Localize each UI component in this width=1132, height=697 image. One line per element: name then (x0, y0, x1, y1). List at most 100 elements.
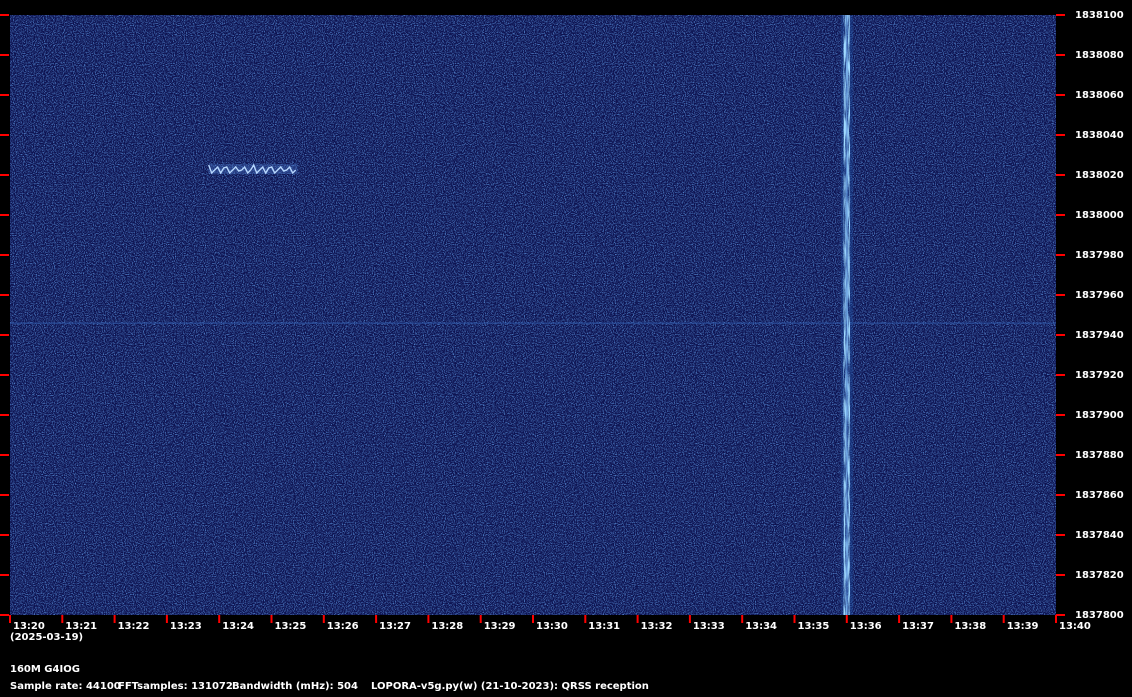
y-tick-label: 1837800 (1075, 610, 1124, 621)
y-tick-mark-right (1056, 14, 1065, 16)
x-tick-label: 13:26 (327, 621, 359, 632)
y-tick-mark-right (1056, 214, 1065, 216)
x-tick-label: 13:31 (588, 621, 620, 632)
y-tick-label: 1837980 (1075, 250, 1124, 261)
carrier-line (10, 322, 1056, 324)
x-tick-label: 13:38 (954, 621, 986, 632)
x-tick-mark (845, 615, 848, 623)
x-tick-mark (61, 615, 64, 623)
y-tick-mark-left (0, 574, 9, 576)
waterfall-noise (10, 15, 1056, 615)
x-tick-label: 13:35 (798, 621, 830, 632)
y-tick-mark-left (0, 374, 9, 376)
y-tick-label: 1837960 (1075, 290, 1124, 301)
y-tick-mark-right (1056, 494, 1065, 496)
y-tick-label: 1837880 (1075, 450, 1124, 461)
x-tick-mark (427, 615, 430, 623)
y-tick-mark-left (0, 134, 9, 136)
x-tick-label: 13:36 (850, 621, 882, 632)
y-tick-mark-right (1056, 534, 1065, 536)
y-tick-label: 1838000 (1075, 210, 1124, 221)
y-tick-label: 1837940 (1075, 330, 1124, 341)
y-tick-mark-right (1056, 134, 1065, 136)
x-tick-label: 13:24 (222, 621, 254, 632)
x-tick-mark (636, 615, 639, 623)
y-tick-mark-left (0, 254, 9, 256)
y-tick-mark-left (0, 294, 9, 296)
x-tick-mark (1055, 615, 1057, 623)
y-tick-label: 1838020 (1075, 170, 1124, 181)
x-tick-mark (270, 615, 273, 623)
y-tick-mark-right (1056, 294, 1065, 296)
y-tick-mark-left (0, 454, 9, 456)
x-tick-mark (950, 615, 953, 623)
x-tick-mark (322, 615, 325, 623)
x-tick-mark (9, 615, 11, 623)
y-tick-label: 1837860 (1075, 490, 1124, 501)
y-tick-mark-right (1056, 54, 1065, 56)
x-tick-label: 13:22 (118, 621, 150, 632)
y-tick-mark-left (0, 494, 9, 496)
software-label: LOPORA-v5g.py(w) (21-10-2023): QRSS rece… (371, 681, 649, 692)
y-tick-mark-left (0, 174, 9, 176)
date-label: (2025-03-19) (10, 632, 84, 643)
x-tick-mark (479, 615, 482, 623)
x-tick-mark (113, 615, 116, 623)
x-tick-label: 13:23 (170, 621, 202, 632)
burst-core (845, 15, 848, 615)
y-tick-mark-right (1056, 374, 1065, 376)
x-tick-label: 13:39 (1007, 621, 1039, 632)
x-tick-label: 13:29 (484, 621, 516, 632)
x-tick-mark (741, 615, 744, 623)
x-tick-mark (165, 615, 168, 623)
x-tick-mark (218, 615, 221, 623)
x-tick-mark (584, 615, 587, 623)
x-tick-mark (898, 615, 901, 623)
x-tick-label: 13:40 (1059, 621, 1091, 632)
y-tick-label: 1838080 (1075, 50, 1124, 61)
x-tick-mark (793, 615, 796, 623)
y-tick-mark-right (1056, 174, 1065, 176)
station-label: 160M G4IOG (10, 664, 80, 675)
x-tick-mark (688, 615, 691, 623)
y-tick-mark-left (0, 14, 9, 16)
x-tick-mark (1002, 615, 1005, 623)
x-tick-mark (375, 615, 378, 623)
y-tick-label: 1838040 (1075, 130, 1124, 141)
bandwidth-label: Bandwidth (mHz): 504 (232, 681, 358, 692)
x-tick-label: 13:32 (641, 621, 673, 632)
y-tick-mark-left (0, 334, 9, 336)
y-tick-mark-right (1056, 94, 1065, 96)
x-tick-mark (532, 615, 534, 623)
y-tick-mark-right (1056, 414, 1065, 416)
y-tick-label: 1838100 (1075, 10, 1124, 21)
x-tick-label: 13:20 (13, 621, 45, 632)
x-tick-label: 13:34 (745, 621, 777, 632)
x-tick-label: 13:21 (65, 621, 97, 632)
y-tick-mark-left (0, 54, 9, 56)
y-tick-mark-right (1056, 454, 1065, 456)
qrss-signal (208, 163, 298, 175)
y-tick-label: 1837920 (1075, 370, 1124, 381)
x-tick-label: 13:30 (536, 621, 568, 632)
sample-rate-label: Sample rate: 44100 (10, 681, 121, 692)
x-tick-label: 13:27 (379, 621, 411, 632)
y-tick-mark-right (1056, 574, 1065, 576)
y-tick-label: 1837820 (1075, 570, 1124, 581)
y-tick-mark-right (1056, 254, 1065, 256)
y-tick-mark-left (0, 534, 9, 536)
y-tick-mark-left (0, 94, 9, 96)
y-tick-mark-left (0, 214, 9, 216)
y-tick-label: 1837840 (1075, 530, 1124, 541)
fft-samples-label: FFTsamples: 131072 (118, 681, 233, 692)
y-tick-label: 1837900 (1075, 410, 1124, 421)
x-tick-label: 13:28 (431, 621, 463, 632)
spectrogram-chart: 1838100 1838080 1838060 1838040 1838020 18380… (0, 10, 1124, 632)
y-tick-mark-right (1056, 334, 1065, 336)
y-tick-mark-left (0, 414, 9, 416)
x-tick-label: 13:37 (902, 621, 934, 632)
y-tick-mark-left (0, 614, 9, 616)
x-tick-label: 13:33 (693, 621, 725, 632)
y-tick-label: 1838060 (1075, 90, 1124, 101)
x-tick-label: 13:25 (275, 621, 307, 632)
